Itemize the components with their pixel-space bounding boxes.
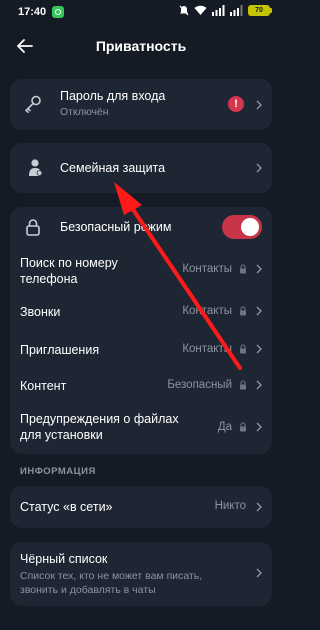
wifi-icon bbox=[194, 5, 207, 15]
online-status-label: Статус «в сети» bbox=[20, 500, 113, 514]
small-lock-icon bbox=[240, 264, 246, 274]
setting-value: Контакты bbox=[182, 305, 232, 317]
safe-mode-label: Безопасный режим bbox=[60, 220, 172, 234]
password-row[interactable]: Пароль для входа Отключён ! bbox=[10, 79, 272, 130]
small-lock-icon bbox=[240, 380, 246, 390]
signal-icon-2 bbox=[230, 5, 243, 16]
chevron-right-icon bbox=[256, 344, 262, 354]
setting-label: Контент bbox=[20, 379, 67, 393]
family-protection-row[interactable]: Семейная защита bbox=[10, 143, 272, 193]
safe-mode-toggle[interactable] bbox=[222, 215, 262, 239]
chevron-right-icon bbox=[256, 306, 262, 316]
battery-icon: 70 bbox=[248, 5, 272, 16]
password-label: Пароль для входа bbox=[60, 89, 166, 103]
family-person-icon bbox=[29, 159, 43, 176]
small-lock-icon bbox=[240, 306, 246, 316]
chevron-right-icon bbox=[256, 568, 262, 578]
safe-mode-card: Безопасный режим Поиск по номеру телефон… bbox=[10, 207, 272, 454]
setting-value: Контакты bbox=[182, 343, 232, 355]
setting-label: Поиск по номеру телефона bbox=[20, 256, 118, 286]
setting-label: Звонки bbox=[20, 305, 61, 319]
status-icons: 70 bbox=[179, 5, 272, 16]
lock-icon bbox=[26, 219, 40, 236]
blacklist-row[interactable]: Чёрный список Список тех, кто не может в… bbox=[10, 542, 272, 606]
setting-label: Предупреждения о файлах для установки bbox=[20, 412, 179, 442]
online-status-row[interactable]: Статус «в сети» Никто bbox=[10, 486, 272, 528]
setting-value: Контакты bbox=[182, 263, 232, 275]
page-title: Приватность bbox=[95, 38, 187, 54]
signal-icon bbox=[212, 5, 225, 16]
status-time: 17:40 bbox=[18, 6, 47, 18]
setting-label: Приглашения bbox=[20, 343, 100, 357]
chevron-right-icon bbox=[256, 422, 262, 432]
key-icon bbox=[25, 95, 41, 114]
chevron-right-icon bbox=[256, 264, 262, 274]
password-status: Отключён bbox=[60, 106, 109, 118]
online-status-value: Никто bbox=[214, 500, 246, 512]
blacklist-description: Список тех, кто не может вам писать, зво… bbox=[20, 570, 203, 596]
mute-icon bbox=[179, 5, 189, 16]
blacklist-label: Чёрный список bbox=[20, 552, 108, 566]
setting-row-calls[interactable]: Звонки Контакты bbox=[10, 297, 272, 327]
warning-badge: ! bbox=[228, 96, 244, 112]
battery-level: 70 bbox=[255, 7, 263, 14]
family-protection-label: Семейная защита bbox=[60, 161, 166, 175]
toggle-knob bbox=[241, 218, 259, 236]
chevron-right-icon bbox=[256, 380, 262, 390]
chevron-right-icon bbox=[256, 502, 262, 512]
status-bar: 17:40 70 bbox=[0, 0, 282, 24]
whatsapp-icon bbox=[52, 6, 64, 18]
small-lock-icon bbox=[240, 422, 246, 432]
setting-row-content[interactable]: Контент Безопасный bbox=[10, 371, 272, 401]
chevron-right-icon bbox=[256, 163, 262, 173]
setting-row-invitations[interactable]: Приглашения Контакты bbox=[10, 335, 272, 365]
setting-row-phone-search[interactable]: Поиск по номеру телефона Контакты bbox=[10, 251, 272, 291]
setting-value: Безопасный bbox=[167, 379, 232, 391]
small-lock-icon bbox=[240, 344, 246, 354]
setting-row-install-warnings[interactable]: Предупреждения о файлах для установки Да bbox=[10, 409, 272, 449]
chevron-right-icon bbox=[256, 100, 262, 110]
section-title-info: ИНФОРМАЦИЯ bbox=[20, 466, 96, 477]
setting-value: Да bbox=[217, 421, 232, 433]
